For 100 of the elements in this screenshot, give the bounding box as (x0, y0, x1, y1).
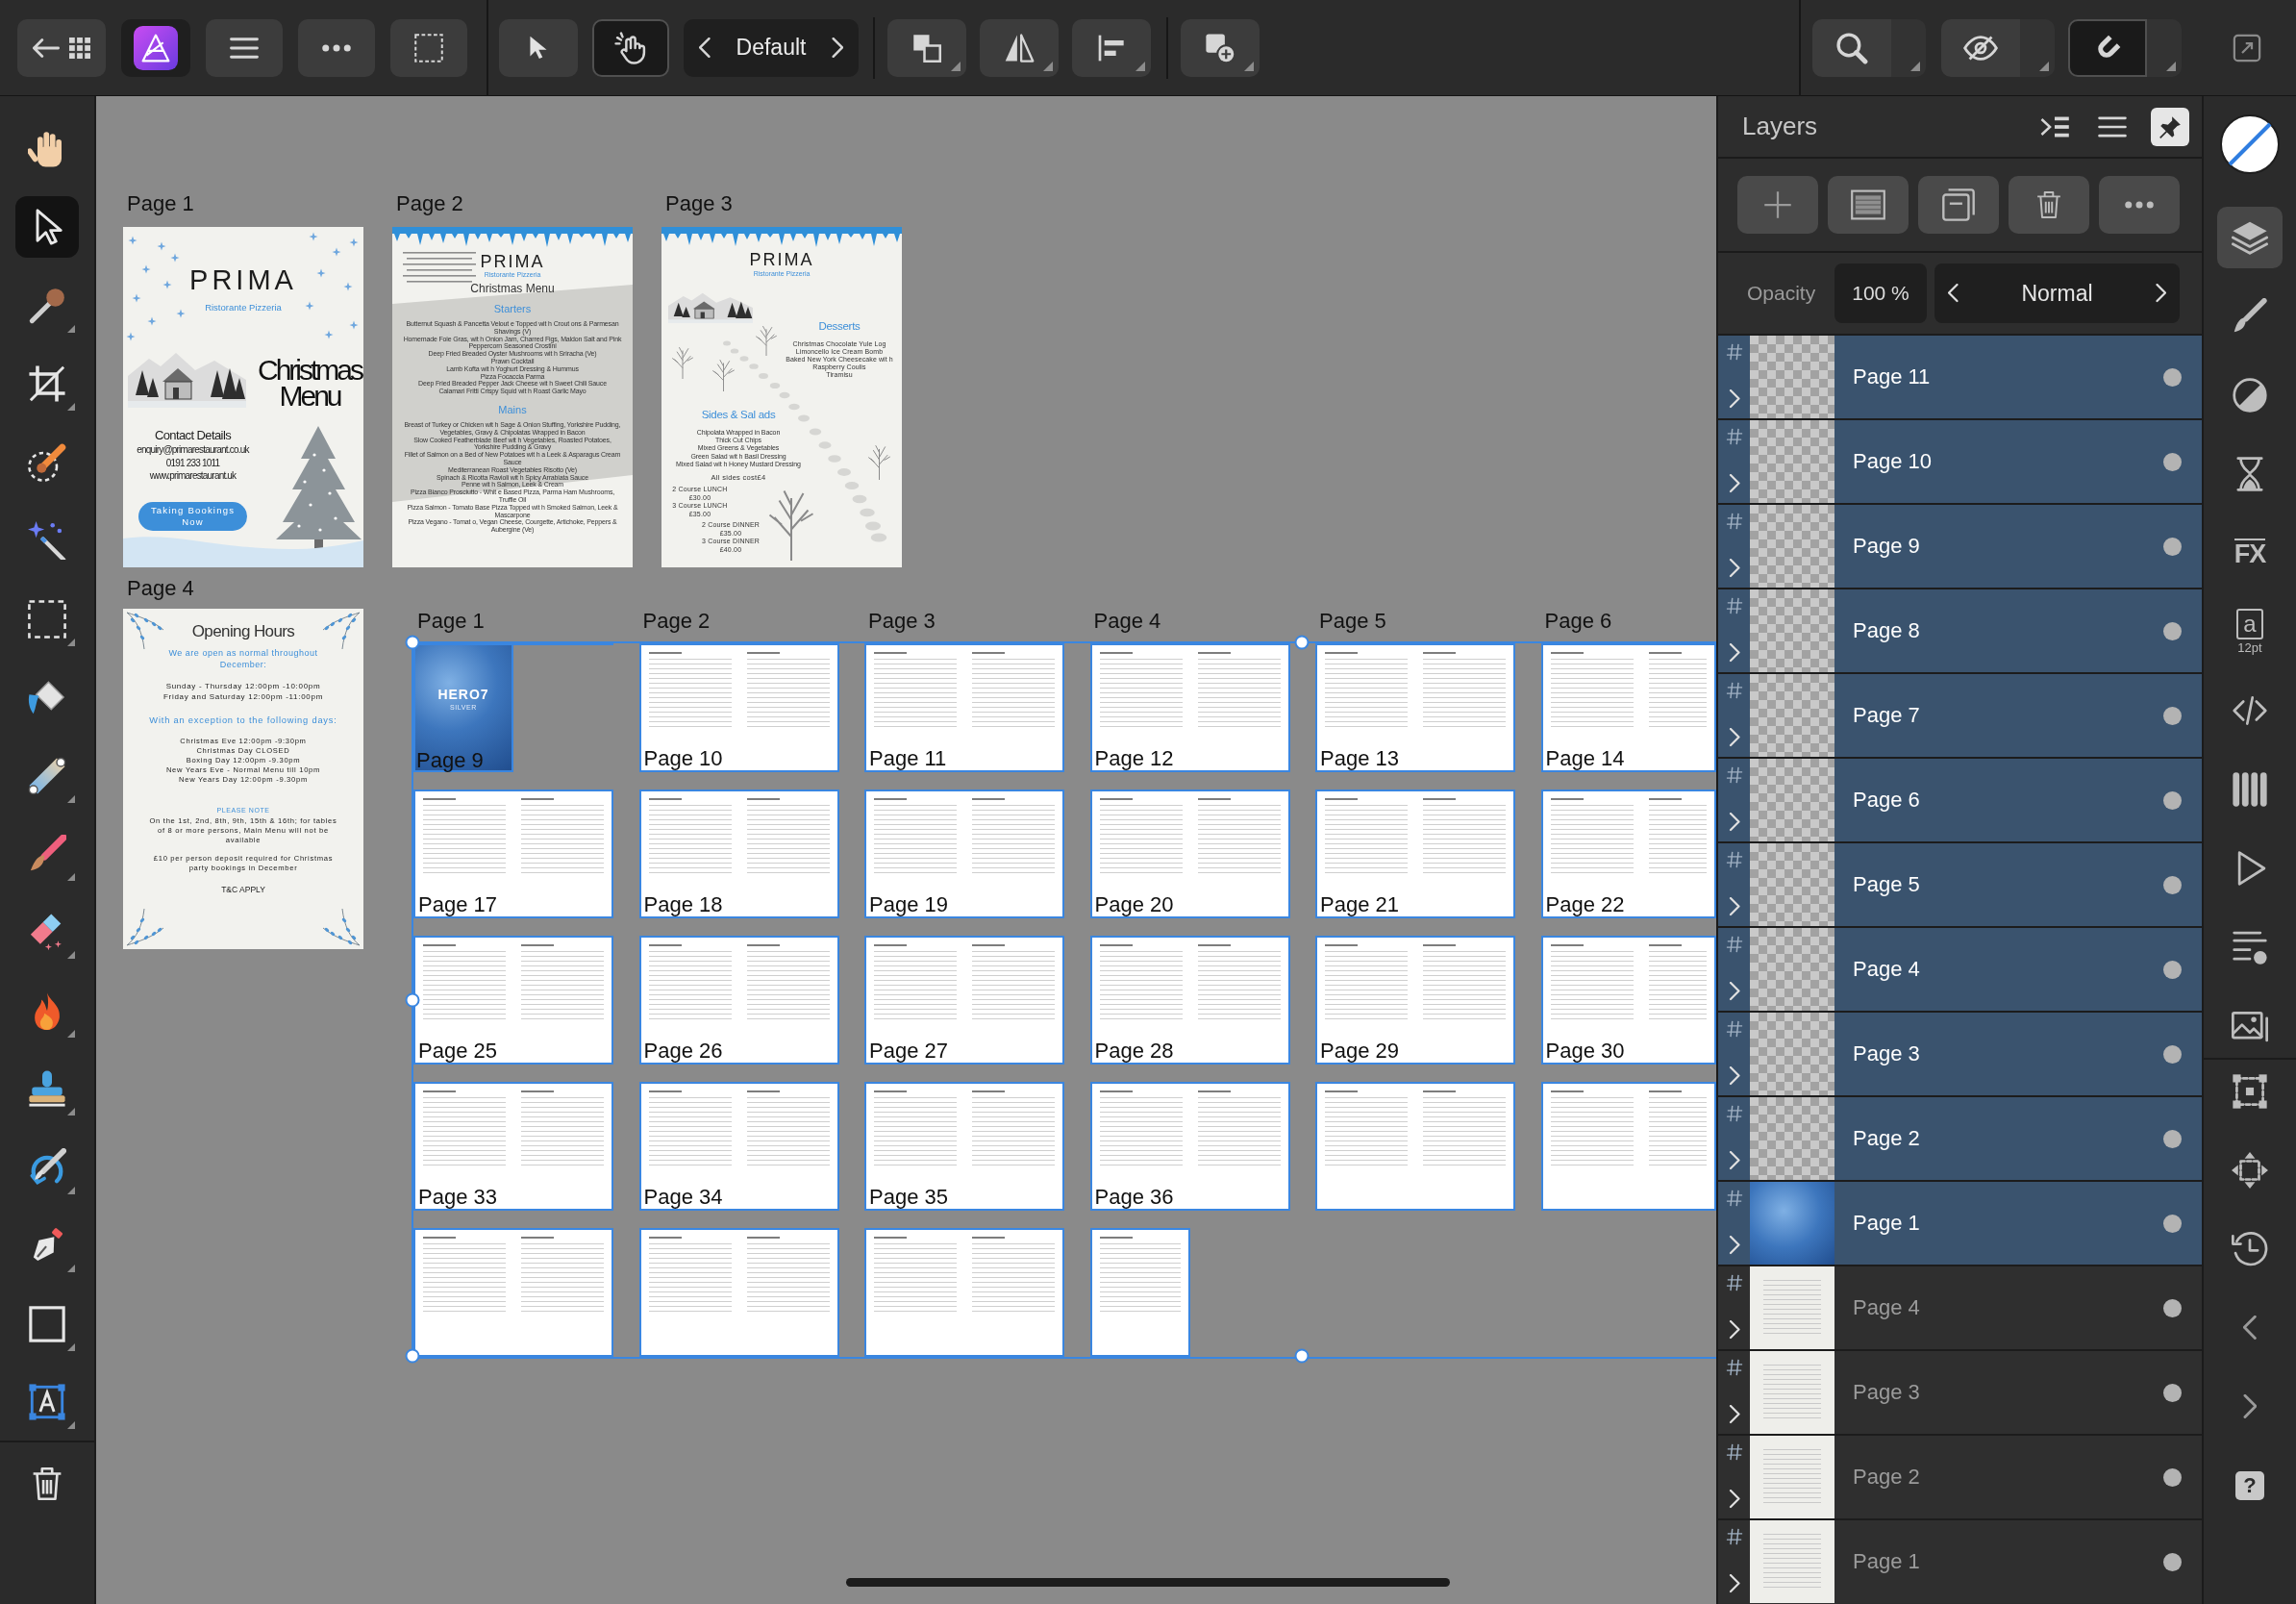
selection-handle-icon[interactable] (1294, 1348, 1310, 1364)
layer-row[interactable]: Page 1 (1718, 1180, 2202, 1265)
expand-chevron-icon[interactable] (1728, 559, 1740, 578)
gradient-icon (28, 756, 66, 795)
align-button[interactable] (1072, 18, 1151, 77)
hand-gesture-icon (614, 31, 647, 64)
menu-button[interactable] (206, 18, 283, 77)
blend-mode-selector[interactable]: Normal (1934, 263, 2180, 323)
expand-chevron-icon[interactable] (1728, 982, 1740, 1001)
expand-chevron-icon[interactable] (1728, 1405, 1740, 1424)
zoom-button[interactable] (1812, 18, 1891, 77)
layer-row[interactable]: Page 6 (1718, 757, 2202, 841)
dropdown-button[interactable] (1891, 18, 1926, 77)
move-tool-button[interactable] (499, 18, 578, 77)
insert-button[interactable] (1181, 18, 1260, 77)
eye-icon (1963, 33, 1998, 63)
visibility-dot-icon[interactable] (2162, 1383, 2182, 1402)
arrange-button[interactable] (887, 18, 966, 77)
layer-row[interactable]: Page 11 (1718, 334, 2202, 418)
studio-tab[interactable]: a 12pt (2217, 601, 2283, 663)
visibility-dot-icon[interactable] (2162, 706, 2182, 725)
app-menu-button[interactable] (121, 18, 190, 77)
expand-chevron-icon[interactable] (1728, 1490, 1740, 1509)
snapping-button[interactable] (2068, 18, 2147, 77)
layer-row[interactable]: Page 2 (1718, 1434, 2202, 1518)
page-label: Page 34 (643, 1186, 723, 1209)
mask-icon (1851, 189, 1885, 220)
delete-layer-button[interactable] (2009, 176, 2089, 234)
selection-button[interactable] (390, 18, 467, 77)
visibility-dot-icon[interactable] (2162, 621, 2182, 640)
dropdown-button[interactable] (2147, 18, 2182, 77)
expand-chevron-icon[interactable] (1728, 728, 1740, 747)
floral-corner-drawing (125, 907, 165, 947)
page-label: Page 22 (1545, 893, 1625, 916)
contact-line: www.primarestaurant.uk (149, 470, 237, 482)
preset-selector[interactable]: Default (684, 18, 859, 77)
visibility-dot-icon[interactable] (2162, 1129, 2182, 1148)
floral-corner-drawing (125, 611, 165, 651)
layer-row[interactable]: Page 4 (1718, 926, 2202, 1011)
expand-chevron-icon[interactable] (1728, 897, 1740, 916)
expand-chevron-icon[interactable] (1728, 643, 1740, 663)
selection-handle-icon[interactable] (405, 1348, 420, 1364)
pin-icon (2158, 113, 2183, 139)
more-button[interactable] (298, 18, 375, 77)
selection-handle-icon[interactable] (1294, 635, 1310, 650)
visibility-dot-icon[interactable] (2162, 537, 2182, 556)
more-icon (322, 43, 351, 52)
tool-button[interactable] (15, 196, 79, 259)
expand-chevron-icon[interactable] (1728, 1574, 1740, 1593)
hash-icon (1725, 428, 1743, 445)
layer-row[interactable]: Page 3 (1718, 1349, 2202, 1434)
section-heading: Mains (498, 403, 527, 415)
transform-icon (2232, 1073, 2268, 1110)
expand-chevron-icon[interactable] (1728, 1236, 1740, 1255)
fullscreen-button[interactable] (2232, 32, 2262, 63)
layer-row[interactable]: Page 2 (1718, 1095, 2202, 1180)
visibility-dot-icon[interactable] (2162, 960, 2182, 979)
layer-row[interactable]: Page 8 (1718, 588, 2202, 672)
visibility-dot-icon[interactable] (2162, 452, 2182, 471)
layer-row[interactable]: Page 7 (1718, 672, 2202, 757)
expand-chevron-icon[interactable] (1728, 1066, 1740, 1086)
studio-tab[interactable] (2217, 207, 2283, 268)
layer-row[interactable]: Page 9 (1718, 503, 2202, 588)
visibility-dot-icon[interactable] (2162, 1214, 2182, 1233)
mask-button[interactable] (1828, 176, 1909, 234)
touch-modifier-button[interactable] (592, 18, 669, 77)
expand-chevron-icon[interactable] (1728, 1320, 1740, 1340)
studio-tab[interactable]: FX (2217, 522, 2283, 584)
selection-handle-icon[interactable] (405, 992, 420, 1008)
visibility-dot-icon[interactable] (2162, 1044, 2182, 1064)
visibility-dot-icon[interactable] (2162, 367, 2182, 387)
visibility-dot-icon[interactable] (2162, 875, 2182, 894)
view-mode-button[interactable] (1941, 18, 2020, 77)
visibility-dot-icon[interactable] (2162, 790, 2182, 810)
dropdown-button[interactable] (2020, 18, 2055, 77)
layer-row[interactable]: Page 4 (1718, 1265, 2202, 1349)
selection-handle-icon[interactable] (405, 635, 420, 650)
color-swatch-icon[interactable] (2219, 113, 2281, 175)
visibility-dot-icon[interactable] (2162, 1467, 2182, 1487)
flip-button[interactable] (980, 18, 1059, 77)
expand-chevron-icon[interactable] (1728, 474, 1740, 493)
documents-button[interactable] (17, 18, 106, 77)
visibility-dot-icon[interactable] (2162, 1552, 2182, 1571)
pin-button[interactable] (2151, 107, 2189, 146)
contact-line: enquiry@primarestaurant.co.uk (137, 444, 249, 456)
visibility-dot-icon[interactable] (2162, 1298, 2182, 1317)
group-button[interactable] (1918, 176, 1999, 234)
help-button[interactable]: ? (2235, 1471, 2264, 1500)
panel-title: Layers (1742, 112, 1818, 141)
add-layer-button[interactable] (1737, 176, 1818, 234)
layer-row[interactable]: Page 3 (1718, 1011, 2202, 1095)
layer-row[interactable]: Page 1 (1718, 1518, 2202, 1603)
more-button[interactable] (2099, 176, 2180, 234)
navigator-icon (2232, 1152, 2268, 1189)
expand-chevron-icon[interactable] (1728, 1151, 1740, 1170)
layer-row[interactable]: Page 5 (1718, 841, 2202, 926)
opacity-field[interactable]: 100 % (1834, 263, 1927, 323)
layer-row[interactable]: Page 10 (1718, 418, 2202, 503)
expand-chevron-icon[interactable] (1728, 813, 1740, 832)
expand-chevron-icon[interactable] (1728, 389, 1740, 409)
